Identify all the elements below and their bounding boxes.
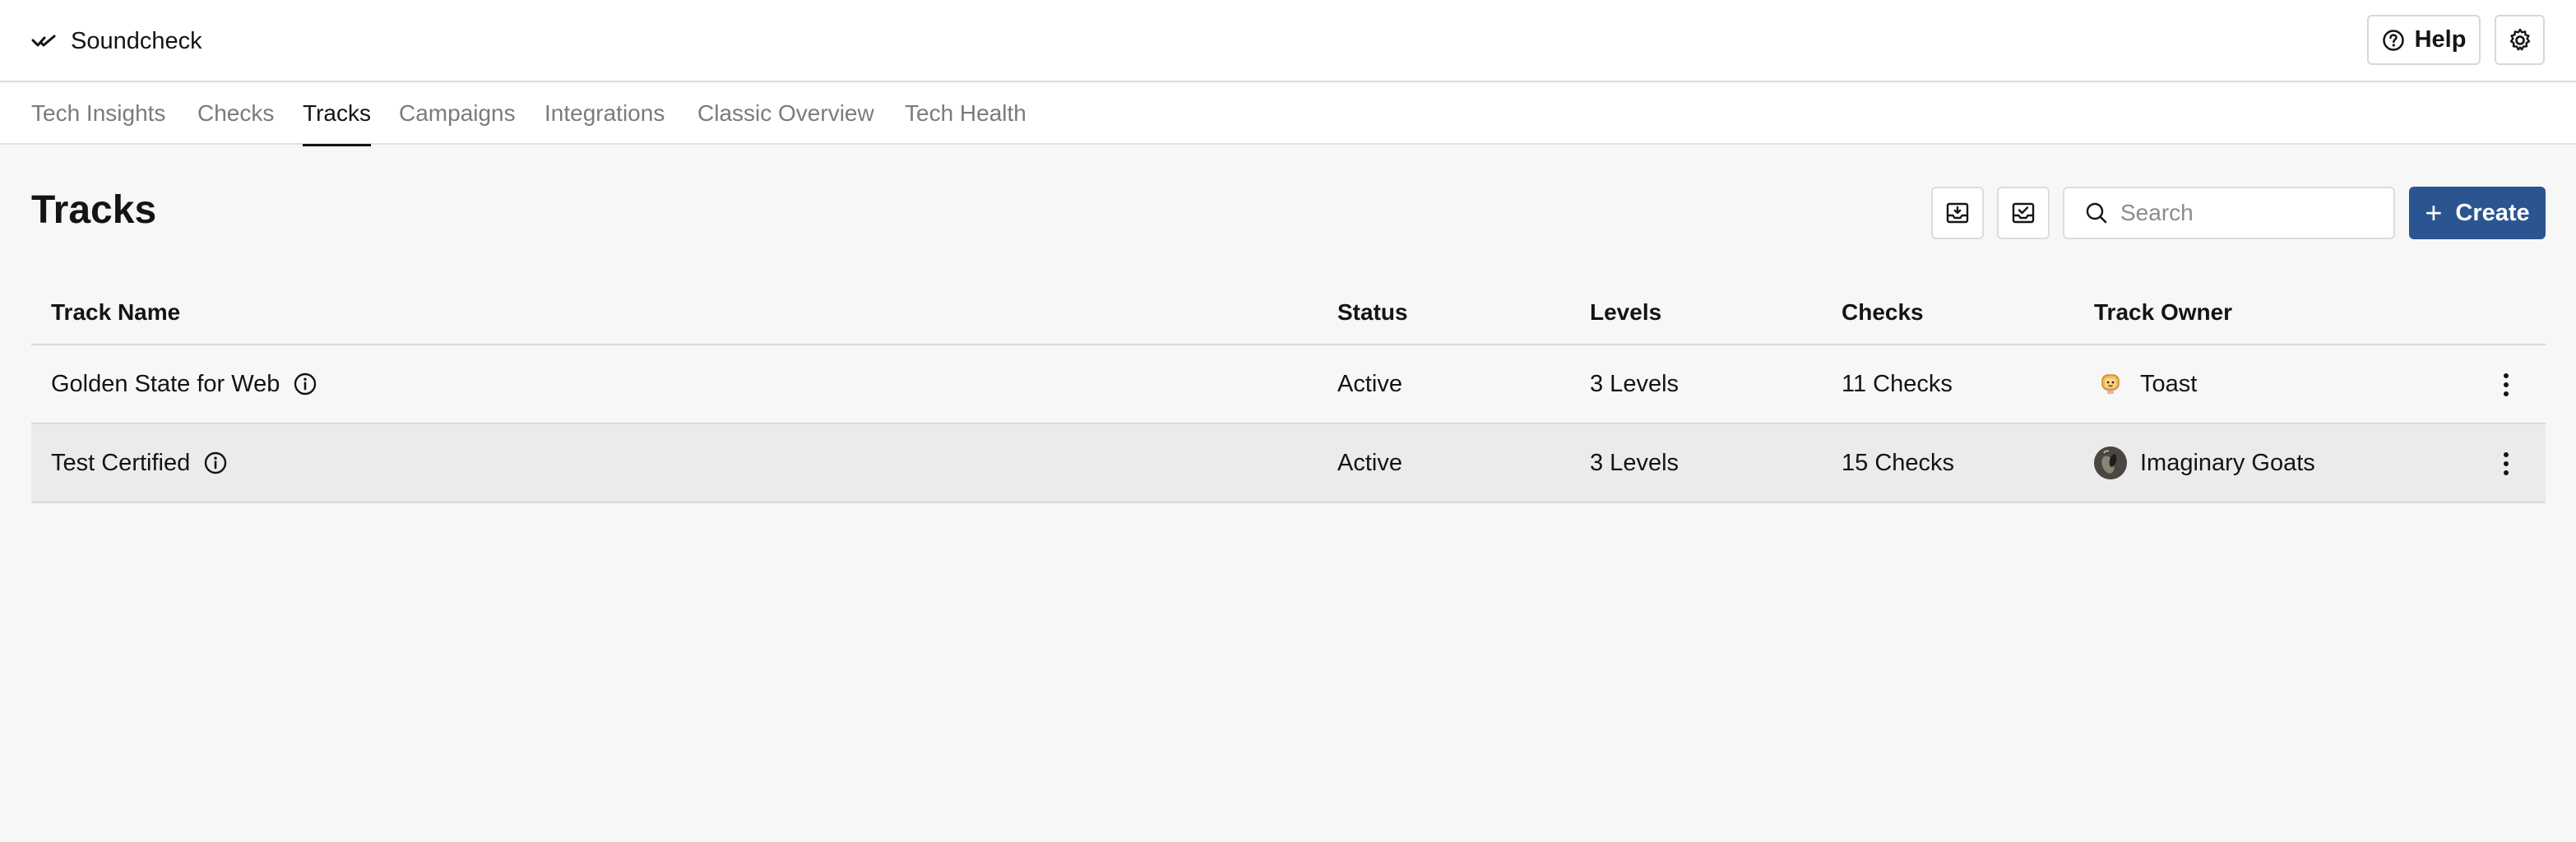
status-cell: Active (1337, 370, 1402, 397)
column-header-track-owner[interactable]: Track Owner (2094, 299, 2232, 326)
owner-name: Toast (2140, 370, 2198, 397)
more-vertical-icon (2504, 373, 2509, 378)
plus-icon: + (2425, 196, 2443, 229)
column-header-track-name[interactable]: Track Name (51, 299, 180, 326)
import-icon (1945, 201, 1970, 225)
column-header-checks[interactable]: Checks (1842, 299, 1924, 326)
top-bar: Soundcheck Help (0, 0, 2576, 82)
export-icon (2011, 201, 2036, 225)
checks-cell: 15 Checks (1842, 449, 1955, 476)
search-input[interactable] (2120, 200, 2384, 226)
toast-avatar (2094, 368, 2127, 400)
tracks-table: Track Name Status Levels Checks Track Ow… (31, 285, 2546, 503)
levels-cell: 3 Levels (1590, 449, 1679, 476)
search-icon (2084, 201, 2109, 225)
goat-avatar (2094, 446, 2127, 479)
settings-button[interactable] (2495, 15, 2545, 65)
tab-tracks[interactable]: Tracks (303, 84, 371, 146)
status-cell: Active (1337, 449, 1402, 476)
create-button[interactable]: + Create (2409, 187, 2546, 239)
search-field[interactable] (2063, 187, 2395, 239)
levels-cell: 3 Levels (1590, 370, 1679, 397)
tab-classic-overview[interactable]: Classic Overview (697, 84, 874, 145)
info-icon[interactable] (203, 451, 228, 475)
table-row[interactable]: Test Certified Active 3 Levels 15 Checks… (31, 424, 2546, 503)
soundcheck-logo-icon (31, 31, 58, 51)
track-name[interactable]: Test Certified (51, 450, 190, 477)
checks-cell: 11 Checks (1842, 370, 1953, 397)
track-name-cell: Test Certified (51, 424, 228, 502)
page-title: Tracks (31, 188, 157, 232)
gear-icon (2507, 27, 2533, 53)
help-circle-icon (2382, 29, 2405, 52)
tab-checks[interactable]: Checks (197, 84, 274, 145)
track-name-cell: Golden State for Web (51, 345, 317, 423)
import-button[interactable] (1931, 187, 1984, 239)
column-header-levels[interactable]: Levels (1590, 299, 1661, 326)
row-menu-button[interactable] (2498, 368, 2514, 401)
info-icon[interactable] (293, 372, 317, 396)
create-label: Create (2455, 199, 2530, 226)
row-menu-button[interactable] (2498, 447, 2514, 480)
more-vertical-icon (2504, 452, 2509, 457)
column-header-status[interactable]: Status (1337, 299, 1408, 326)
brand[interactable]: Soundcheck (31, 23, 202, 59)
tab-bar: Tech Insights Checks Tracks Campaigns In… (0, 84, 2576, 146)
owner-name: Imaginary Goats (2140, 449, 2315, 476)
app-name: Soundcheck (71, 27, 202, 54)
table-row[interactable]: Golden State for Web Active 3 Levels 11 … (31, 345, 2546, 424)
help-button[interactable]: Help (2367, 15, 2481, 65)
track-name[interactable]: Golden State for Web (51, 371, 280, 398)
tab-tech-insights[interactable]: Tech Insights (31, 84, 165, 145)
table-header: Track Name Status Levels Checks Track Ow… (31, 285, 2546, 345)
tab-tech-health[interactable]: Tech Health (905, 84, 1026, 145)
help-label: Help (2414, 26, 2467, 53)
tab-campaigns[interactable]: Campaigns (399, 84, 516, 145)
export-button[interactable] (1997, 187, 2050, 239)
track-owner-cell[interactable]: Toast (2094, 345, 2197, 423)
track-owner-cell[interactable]: Imaginary Goats (2094, 424, 2315, 502)
tab-integrations[interactable]: Integrations (544, 84, 665, 145)
